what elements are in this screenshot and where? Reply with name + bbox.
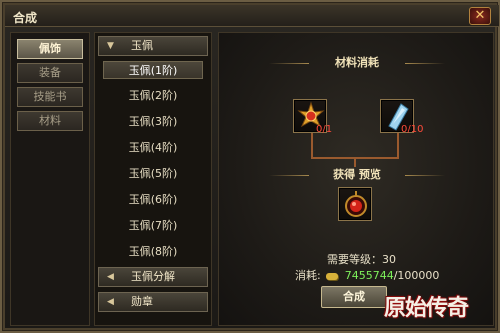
category-medal[interactable]: ◀ 勋章 — [98, 292, 208, 312]
compose-window: 合成 ✕ 佩饰 装备 技能书 材料 ▼ 玉佩 玉佩(1阶) 玉佩(2阶) 玉佩(… — [0, 0, 500, 333]
list-item[interactable]: 玉佩(4阶) — [103, 139, 203, 157]
cost-label: 消耗: — [295, 269, 321, 282]
chevron-down-icon: ▼ — [107, 41, 114, 51]
recipe-list: ▼ 玉佩 玉佩(1阶) 玉佩(2阶) 玉佩(3阶) 玉佩(4阶) 玉佩(5阶) … — [94, 32, 212, 326]
compose-panel: 材料消耗 0/1 0/10 获得 预览 需要等级：30 消耗: 7455744/… — [218, 32, 494, 326]
red-jade-pendant-icon — [345, 191, 367, 217]
result-slot[interactable] — [338, 187, 372, 221]
category-label: 玉佩 — [131, 39, 153, 52]
material-slot-2[interactable]: 0/10 — [380, 99, 423, 135]
game-logo: 原始传奇 — [384, 295, 469, 321]
list-item[interactable]: 玉佩(7阶) — [103, 217, 203, 235]
preview-title: 获得 预览 — [333, 168, 381, 181]
cost-have: 7455744 — [344, 269, 394, 282]
materials-banner: 材料消耗 — [269, 55, 445, 71]
chevron-left-icon: ◀ — [107, 272, 114, 282]
tab-accessory[interactable]: 佩饰 — [17, 39, 83, 59]
category-tabs: 佩饰 装备 技能书 材料 — [10, 32, 90, 326]
title-bar: 合成 ✕ — [5, 5, 499, 27]
category-label: 玉佩分解 — [131, 270, 175, 283]
chevron-left-icon: ◀ — [107, 297, 114, 307]
materials-title: 材料消耗 — [335, 56, 379, 69]
list-item[interactable]: 玉佩(5阶) — [103, 165, 203, 183]
connector-line — [311, 133, 313, 157]
material-slot-1[interactable]: 0/1 — [293, 99, 332, 135]
close-button[interactable]: ✕ — [469, 7, 491, 25]
list-item[interactable]: 玉佩(2阶) — [103, 87, 203, 105]
craft-button[interactable]: 合成 — [321, 286, 387, 308]
list-item[interactable]: 玉佩(3阶) — [103, 113, 203, 131]
tab-equipment[interactable]: 装备 — [17, 63, 83, 83]
tab-material[interactable]: 材料 — [17, 111, 83, 131]
gold-coin-icon — [326, 272, 339, 280]
connector-line — [397, 133, 399, 157]
material-count-2: 0/10 — [401, 124, 424, 135]
list-item[interactable]: 玉佩(6阶) — [103, 191, 203, 209]
list-item[interactable]: 玉佩(8阶) — [103, 243, 203, 261]
connector-line — [354, 159, 356, 167]
required-level: 需要等级：30 — [327, 253, 396, 266]
tab-skill-book[interactable]: 技能书 — [17, 87, 83, 107]
cost-need: /100000 — [393, 269, 440, 282]
category-jade-decompose[interactable]: ◀ 玉佩分解 — [98, 267, 208, 287]
window-title: 合成 — [13, 11, 38, 25]
category-jade-pendant[interactable]: ▼ 玉佩 — [98, 36, 208, 56]
category-label: 勋章 — [131, 295, 153, 308]
cost-row: 消耗: 7455744/100000 — [295, 267, 439, 283]
list-item[interactable]: 玉佩(1阶) — [103, 61, 203, 79]
material-count-1: 0/1 — [316, 124, 333, 135]
preview-banner: 获得 预览 — [269, 167, 445, 183]
